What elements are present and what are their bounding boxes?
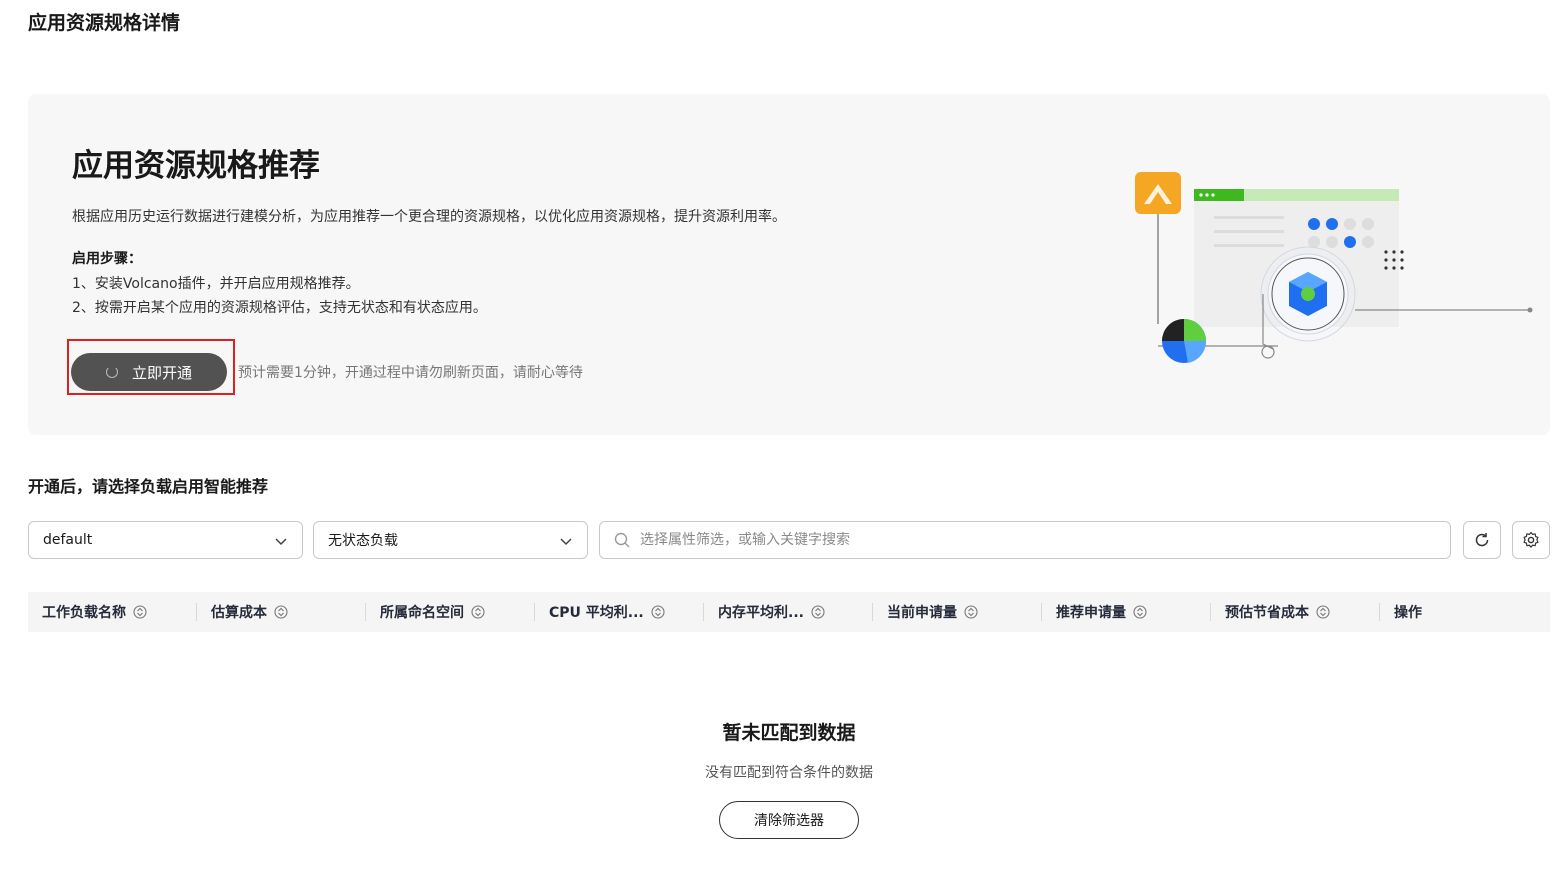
section-title: 开通后，请选择负载启用智能推荐 — [28, 477, 269, 496]
column-header-estimated-cost[interactable]: 估算成本 — [197, 602, 366, 622]
enable-hint: 预计需要1分钟，开通过程中请勿刷新页面，请耐心等待 — [238, 365, 583, 381]
sort-icon — [811, 605, 825, 619]
steps-title: 启用步骤： — [72, 251, 142, 267]
enable-button-label: 立即开通 — [131, 363, 192, 382]
step-item: 1、安装Volcano插件，并开启应用规格推荐。 — [72, 276, 360, 292]
workload-type-select[interactable]: 无状态负载 — [313, 521, 588, 559]
column-header-actions: 操作 — [1394, 605, 1422, 621]
namespace-select[interactable]: default — [28, 521, 303, 559]
resource-illustration-icon — [1135, 172, 1533, 363]
column-header-memory-usage[interactable]: 内存平均利... — [704, 602, 873, 622]
step-item: 2、按需开启某个应用的资源规格评估，支持无状态和有状态应用。 — [72, 300, 487, 316]
empty-state-title: 暂未匹配到数据 — [722, 722, 856, 744]
column-header-namespace[interactable]: 所属命名空间 — [366, 602, 535, 622]
sort-icon — [274, 605, 288, 619]
search-box[interactable] — [599, 521, 1451, 559]
namespace-select-value: default — [43, 532, 93, 548]
column-header-cpu-usage[interactable]: CPU 平均利... — [535, 602, 704, 622]
chevron-down-icon — [560, 538, 572, 546]
sort-icon — [1316, 605, 1330, 619]
sort-icon — [1133, 605, 1147, 619]
column-header-workload-name[interactable]: 工作负载名称 — [28, 602, 197, 622]
chevron-down-icon — [275, 538, 287, 546]
sort-icon — [133, 605, 147, 619]
sort-icon — [471, 605, 485, 619]
empty-state-description: 没有匹配到符合条件的数据 — [705, 765, 873, 781]
search-input[interactable] — [638, 531, 1450, 549]
workload-type-select-value: 无状态负载 — [328, 533, 398, 549]
gear-icon — [1523, 531, 1539, 549]
page-title: 应用资源规格详情 — [28, 12, 181, 34]
sort-icon — [651, 605, 665, 619]
clear-filters-button[interactable]: 清除筛选器 — [719, 801, 859, 839]
loading-spinner-icon — [105, 366, 118, 378]
banner-description: 根据应用历史运行数据进行建模分析，为应用推荐一个更合理的资源规格，以优化应用资源… — [72, 209, 786, 225]
column-header-estimated-savings[interactable]: 预估节省成本 — [1211, 602, 1380, 622]
refresh-icon — [1475, 533, 1489, 547]
banner-title: 应用资源规格推荐 — [72, 148, 320, 184]
enable-button[interactable]: 立即开通 — [71, 353, 227, 391]
refresh-button[interactable] — [1463, 521, 1501, 559]
column-header-current-request[interactable]: 当前申请量 — [873, 602, 1042, 622]
settings-button[interactable] — [1512, 521, 1550, 559]
search-icon — [614, 532, 630, 548]
column-header-recommended-request[interactable]: 推荐申请量 — [1042, 602, 1211, 622]
sort-icon — [964, 605, 978, 619]
recommendation-banner: 应用资源规格推荐 根据应用历史运行数据进行建模分析，为应用推荐一个更合理的资源规… — [28, 94, 1550, 435]
table-header: 工作负载名称 估算成本 所属命名空间 CPU 平均利... 内存平均利... 当… — [28, 592, 1550, 632]
